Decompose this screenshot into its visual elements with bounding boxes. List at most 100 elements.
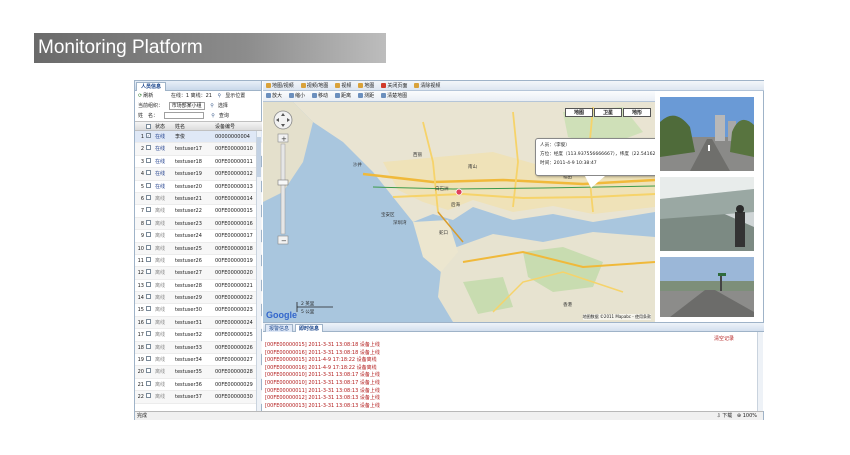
table-row[interactable]: 22 离线 testuser37 00FE00000030	[135, 391, 262, 404]
toolbar-icon	[358, 93, 364, 98]
map-view[interactable]: + − 西丽 白石洲 蛇口 南山 宝安区 深圳湾 香港 后海 沙井 福田 地图 卫星 地形 人员：…	[263, 102, 655, 322]
table-row[interactable]: 11 离线 testuser26 00FE00000019	[135, 255, 262, 268]
log-line: [00FE00000013] 2011-3-31 13:08:13 设备上线	[265, 402, 380, 409]
row-number: 15	[137, 307, 144, 314]
show-position-button[interactable]: ⚲ 显示位置	[218, 93, 250, 99]
map-toolbar-item[interactable]: 距离	[335, 91, 351, 102]
table-row[interactable]: 2 在线 testuser17 00FE00000010	[135, 143, 262, 156]
row-checkbox[interactable]	[146, 331, 151, 337]
map-toolbar-item[interactable]: 测距	[358, 91, 374, 102]
name-input[interactable]	[163, 112, 204, 119]
table-row[interactable]: 13 离线 testuser28 00FE00000021	[135, 280, 262, 293]
table-row[interactable]: 14 离线 testuser29 00FE00000022	[135, 292, 262, 305]
row-device: 00FE00000028	[215, 369, 253, 376]
row-number: 22	[137, 394, 144, 401]
row-checkbox[interactable]	[146, 343, 151, 349]
map-toolbar: 放大 缩小 移动 距离 测距 清楚地图	[263, 91, 655, 102]
row-checkbox[interactable]	[146, 219, 151, 225]
grid-scrollbar[interactable]	[256, 131, 261, 411]
row-name: testuser19	[175, 171, 202, 178]
download-label[interactable]: 下载	[722, 413, 732, 419]
map-toolbar-item[interactable]: 缩小	[289, 91, 305, 102]
refresh-button[interactable]: ⟳刷新	[138, 93, 157, 99]
table-row[interactable]: 7 离线 testuser22 00FE00000015	[135, 205, 262, 218]
map-place-label: 西丽	[413, 153, 422, 158]
select-button[interactable]: ⚲ 选择	[210, 103, 232, 109]
maptype-terrain-button[interactable]: 地形	[623, 108, 651, 117]
view-toolbar-item[interactable]: 地图	[358, 81, 374, 91]
clear-log-button[interactable]: 清空记录	[714, 335, 734, 342]
scrollbar-thumb[interactable]	[257, 137, 261, 177]
row-name: testuser18	[175, 158, 202, 165]
table-row[interactable]: 21 离线 testuser36 00FE00000029	[135, 379, 262, 392]
table-row[interactable]: 5 在线 testuser20 00FE00000013	[135, 181, 262, 193]
view-toolbar-item[interactable]: 地图/视频	[266, 81, 294, 91]
view-toolbar-item[interactable]: 清除视频	[414, 81, 440, 91]
download-icon[interactable]: ⇩	[717, 413, 721, 419]
row-checkbox[interactable]: ✓	[146, 133, 151, 138]
maptype-map-button[interactable]: 地图	[565, 108, 593, 117]
map-toolbar-item[interactable]: 移动	[312, 91, 328, 102]
view-toolbar-item[interactable]: 视频/地图	[300, 81, 328, 91]
row-checkbox[interactable]	[146, 368, 151, 374]
row-checkbox[interactable]	[146, 157, 151, 163]
video-feed-2[interactable]	[660, 177, 754, 251]
row-checkbox[interactable]	[146, 207, 151, 213]
table-row[interactable]: 15 离线 testuser30 00FE00000023	[135, 304, 262, 317]
table-row[interactable]: 8 离线 testuser23 00FE00000016	[135, 217, 262, 231]
toolbar-icon	[289, 93, 295, 98]
map-place-label: 沙井	[353, 163, 362, 168]
row-checkbox[interactable]	[146, 194, 151, 200]
row-checkbox[interactable]	[146, 182, 151, 188]
row-checkbox[interactable]	[146, 380, 151, 386]
query-button[interactable]: ⚲ 查询	[211, 113, 233, 119]
table-row[interactable]: 6 离线 testuser21 00FE00000014	[135, 192, 262, 206]
panel-toolbar: ⟳刷新 在线：1 离线：21 ⚲ 显示位置	[135, 91, 261, 101]
group-field[interactable]: 市场部某小组	[168, 102, 205, 110]
row-checkbox[interactable]	[146, 244, 151, 250]
row-device: 00FE00000030	[215, 394, 253, 401]
table-row[interactable]: 12 离线 testuser27 00FE00000020	[135, 267, 262, 280]
table-row[interactable]: 18 离线 testuser33 00FE00000026	[135, 341, 262, 355]
table-row[interactable]: 1 ✓ 在线 李俊 00000000004	[135, 131, 262, 144]
table-row[interactable]: 9 离线 testuser24 00FE00000017	[135, 230, 262, 243]
row-checkbox[interactable]	[146, 170, 151, 176]
row-status: 离线	[155, 270, 166, 277]
table-row[interactable]: 20 离线 testuser35 00FE00000028	[135, 366, 262, 379]
view-toolbar-item[interactable]: 关闭页面	[381, 81, 407, 91]
toolbar-icon	[381, 83, 387, 88]
zoom-icon[interactable]: ⊕	[737, 413, 741, 419]
row-checkbox[interactable]	[146, 318, 151, 324]
table-row[interactable]: 19 离线 testuser34 00FE00000027	[135, 354, 262, 367]
row-number: 8	[140, 220, 144, 227]
table-row[interactable]: 16 离线 testuser31 00FE00000024	[135, 316, 262, 330]
row-checkbox[interactable]	[146, 145, 151, 151]
map-toolbar-item[interactable]: 放大	[266, 91, 282, 102]
map-toolbar-item[interactable]: 清楚地图	[381, 91, 407, 102]
personnel-panel: 人员信息 ⟳刷新 在线：1 离线：21 ⚲ 显示位置 当前组织： 市场部某小组 ⚲…	[135, 81, 262, 411]
table-row[interactable]: 3 在线 testuser18 00FE00000011	[135, 156, 262, 169]
view-toolbar-item[interactable]: 视频	[335, 81, 351, 91]
row-checkbox[interactable]	[146, 393, 151, 399]
table-row[interactable]: 17 离线 testuser32 00FE00000025	[135, 329, 262, 342]
row-checkbox[interactable]	[146, 232, 151, 238]
row-status: 离线	[155, 357, 166, 364]
log-scrollbar[interactable]	[757, 332, 763, 411]
row-checkbox[interactable]	[146, 306, 151, 312]
table-row[interactable]: 10 离线 testuser25 00FE00000018	[135, 242, 262, 255]
table-row[interactable]: 4 在线 testuser19 00FE00000012	[135, 168, 262, 181]
row-checkbox[interactable]	[146, 269, 151, 275]
video-feed-1[interactable]	[660, 97, 754, 171]
row-checkbox[interactable]	[146, 281, 151, 287]
tab-personnel[interactable]: 人员信息	[136, 82, 167, 91]
select-all-checkbox[interactable]	[146, 124, 151, 129]
video-feed-3[interactable]	[660, 257, 754, 317]
row-checkbox[interactable]	[146, 294, 151, 300]
maptype-satellite-button[interactable]: 卫星	[594, 108, 622, 117]
row-checkbox[interactable]	[146, 356, 151, 362]
map-place-label: 香港	[563, 303, 572, 308]
map-copyright[interactable]: 地图数据 ©2011 Mapabc - 使用条款	[582, 314, 651, 320]
toolbar-icon	[335, 83, 341, 88]
zoom-level[interactable]: 100%	[743, 413, 757, 419]
row-checkbox[interactable]	[146, 256, 151, 262]
